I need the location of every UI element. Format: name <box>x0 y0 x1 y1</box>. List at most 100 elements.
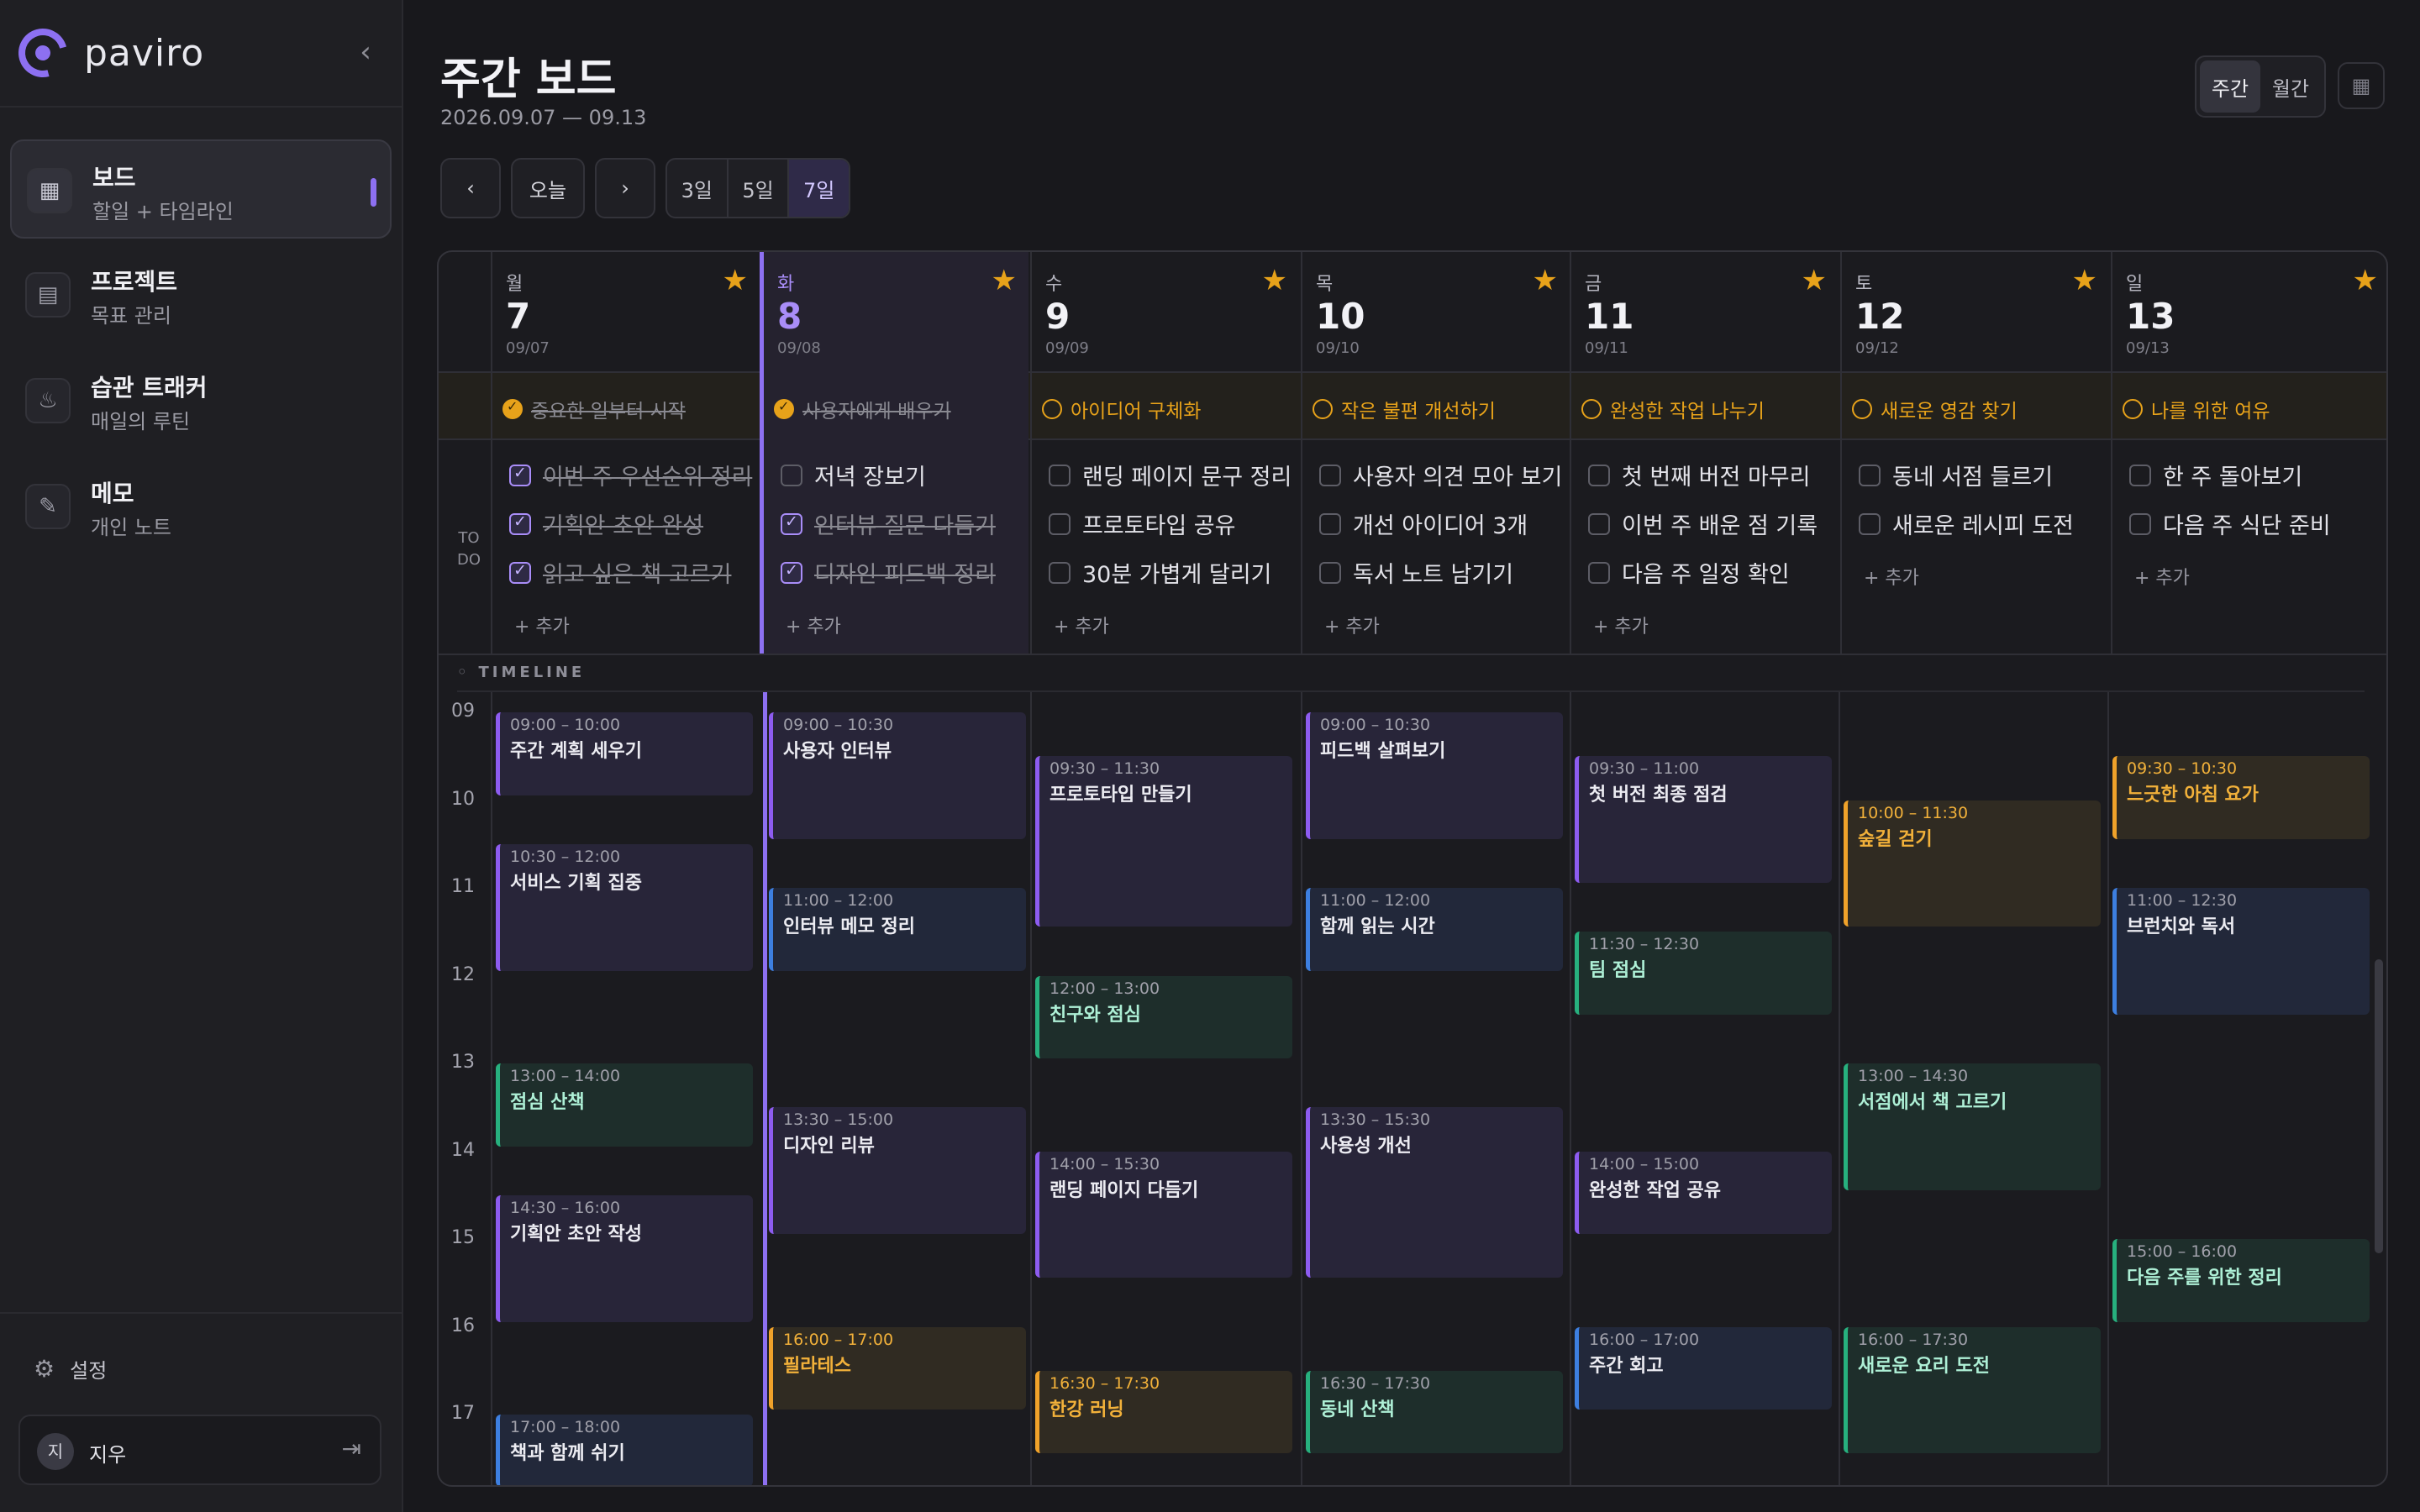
todo-item[interactable]: 읽고 싶은 책 고르기 <box>509 556 731 589</box>
chevron-left-icon[interactable]: ‹ <box>353 35 378 69</box>
star-icon[interactable]: ★ <box>723 264 748 297</box>
focus-check-icon[interactable] <box>1852 399 1872 419</box>
add-todo-button[interactable]: + 추가 <box>1593 612 1649 638</box>
event-card[interactable]: 10:30 – 12:00 서비스 기획 집중 <box>496 843 753 971</box>
todo-item[interactable]: 동네 서점 들르기 <box>1859 459 2053 491</box>
star-icon[interactable]: ★ <box>1262 264 1287 297</box>
event-card[interactable]: 09:30 – 10:30 느긋한 아침 요가 <box>2112 756 2370 839</box>
event-card[interactable]: 13:30 – 15:00 디자인 리뷰 <box>769 1107 1026 1234</box>
add-todo-button[interactable]: + 추가 <box>514 612 570 638</box>
event-card[interactable]: 15:00 – 16:00 다음 주를 위한 정리 <box>2112 1239 2370 1322</box>
sidebar-item-habit-tracker[interactable]: ♨ 습관 트래커 매일의 루틴 <box>10 351 392 450</box>
todo-item[interactable]: 랜딩 페이지 문구 정리 <box>1049 459 1292 491</box>
event-card[interactable]: 09:30 – 11:00 첫 버전 최종 점검 <box>1575 756 1832 883</box>
todo-item[interactable]: 디자인 피드백 정리 <box>781 556 996 589</box>
star-icon[interactable]: ★ <box>2353 264 2378 297</box>
star-icon[interactable]: ★ <box>1533 264 1558 297</box>
span-3-day-button[interactable]: 3일 <box>667 160 729 217</box>
sidebar-item-projects[interactable]: ▤ 프로젝트 목표 관리 <box>10 245 392 344</box>
event-card[interactable]: 09:00 – 10:30 피드백 살펴보기 <box>1306 712 1563 839</box>
prev-week-button[interactable]: ‹ <box>440 158 501 218</box>
sidebar-item-board[interactable]: ▦ 보드 할일 + 타임라인 <box>10 139 392 239</box>
checkbox[interactable] <box>781 512 802 535</box>
checkbox[interactable] <box>509 464 531 486</box>
todo-item[interactable]: 저녁 장보기 <box>781 459 926 491</box>
timeline-scrollbar[interactable] <box>2375 959 2383 1253</box>
focus-check-icon[interactable] <box>774 398 794 419</box>
brand-logo[interactable]: paviro <box>9 19 204 87</box>
todo-item[interactable]: 30분 가볍게 달리기 <box>1049 556 1271 589</box>
checkbox[interactable] <box>1588 561 1610 584</box>
event-card[interactable]: 16:30 – 17:30 동네 산책 <box>1306 1370 1563 1454</box>
event-card[interactable]: 16:00 – 17:00 주간 회고 <box>1575 1326 1832 1410</box>
event-card[interactable]: 10:00 – 11:30 숲길 걷기 <box>1844 800 2101 927</box>
todo-item[interactable]: 다음 주 식단 준비 <box>2129 507 2331 540</box>
event-card[interactable]: 09:30 – 11:30 프로토타입 만들기 <box>1035 756 1292 927</box>
focus-check-icon[interactable] <box>1581 399 1602 419</box>
daily-focus[interactable]: 중요한 일부터 시작 <box>502 395 686 423</box>
checkbox[interactable] <box>509 512 531 535</box>
event-card[interactable]: 13:00 – 14:00 점심 산책 <box>496 1063 753 1147</box>
add-todo-button[interactable]: + 추가 <box>786 612 841 638</box>
checkbox[interactable] <box>1319 512 1341 535</box>
todo-item[interactable]: 첫 번째 버전 마무리 <box>1588 459 1810 491</box>
focus-check-icon[interactable] <box>502 398 523 419</box>
checkbox[interactable] <box>1049 561 1071 584</box>
checkbox[interactable] <box>781 561 802 584</box>
event-card[interactable]: 13:00 – 14:30 서점에서 책 고르기 <box>1844 1063 2101 1190</box>
checkbox[interactable] <box>1859 512 1881 535</box>
todo-item[interactable]: 프로토타입 공유 <box>1049 507 1235 540</box>
event-card[interactable]: 11:00 – 12:00 인터뷰 메모 정리 <box>769 888 1026 971</box>
todo-item[interactable]: 인터뷰 질문 다듬기 <box>781 507 996 540</box>
todo-item[interactable]: 다음 주 일정 확인 <box>1588 556 1790 589</box>
settings-link[interactable]: ⚙ 설정 <box>34 1354 107 1383</box>
todo-item[interactable]: 이번 주 배운 점 기록 <box>1588 507 1818 540</box>
add-todo-button[interactable]: + 추가 <box>1864 563 1919 590</box>
focus-check-icon[interactable] <box>2123 399 2143 419</box>
checkbox[interactable] <box>1588 464 1610 486</box>
span-7-day-button[interactable]: 7일 <box>789 160 849 217</box>
star-icon[interactable]: ★ <box>992 264 1017 297</box>
sidebar-item-memo[interactable]: ✎ 메모 개인 노트 <box>10 457 392 556</box>
event-card[interactable]: 12:00 – 13:00 친구와 점심 <box>1035 975 1292 1058</box>
todo-item[interactable]: 새로운 레시피 도전 <box>1859 507 2074 540</box>
daily-focus[interactable]: 새로운 영감 찾기 <box>1852 395 2018 423</box>
event-card[interactable]: 09:00 – 10:30 사용자 인터뷰 <box>769 712 1026 839</box>
event-card[interactable]: 14:00 – 15:30 랜딩 페이지 다듬기 <box>1035 1151 1292 1278</box>
daily-focus[interactable]: 완성한 작업 나누기 <box>1581 395 1765 423</box>
calendar-picker-button[interactable]: ▦ <box>2338 62 2385 109</box>
focus-check-icon[interactable] <box>1313 399 1333 419</box>
todo-item[interactable]: 이번 주 우선순위 정리 <box>509 459 752 491</box>
star-icon[interactable]: ★ <box>2072 264 2097 297</box>
add-todo-button[interactable]: + 추가 <box>1324 612 1380 638</box>
checkbox[interactable] <box>1859 464 1881 486</box>
span-5-day-button[interactable]: 5일 <box>729 160 790 217</box>
add-todo-button[interactable]: + 추가 <box>2134 563 2190 590</box>
todo-item[interactable]: 개선 아이디어 3개 <box>1319 507 1528 540</box>
event-card[interactable]: 11:00 – 12:00 함께 읽는 시간 <box>1306 888 1563 971</box>
event-card[interactable]: 17:00 – 18:00 책과 함께 쉬기 <box>496 1415 753 1485</box>
today-button[interactable]: 오늘 <box>511 158 585 218</box>
checkbox[interactable] <box>2129 512 2151 535</box>
checkbox[interactable] <box>1049 512 1071 535</box>
todo-item[interactable]: 독서 노트 남기기 <box>1319 556 1513 589</box>
view-monthly-button[interactable]: 월간 <box>2260 60 2321 113</box>
checkbox[interactable] <box>781 464 802 486</box>
view-weekly-button[interactable]: 주간 <box>2200 60 2260 113</box>
todo-item[interactable]: 한 주 돌아보기 <box>2129 459 2302 491</box>
daily-focus[interactable]: 작은 불편 개선하기 <box>1313 395 1496 423</box>
focus-check-icon[interactable] <box>1042 399 1062 419</box>
checkbox[interactable] <box>2129 464 2151 486</box>
event-card[interactable]: 11:00 – 12:30 브런치와 독서 <box>2112 888 2370 1015</box>
event-card[interactable]: 14:30 – 16:00 기획안 초안 작성 <box>496 1194 753 1322</box>
todo-item[interactable]: 기획안 초안 완성 <box>509 507 703 540</box>
event-card[interactable]: 16:00 – 17:00 필라테스 <box>769 1326 1026 1410</box>
event-card[interactable]: 13:30 – 15:30 사용성 개선 <box>1306 1107 1563 1278</box>
checkbox[interactable] <box>509 561 531 584</box>
checkbox[interactable] <box>1049 464 1071 486</box>
next-week-button[interactable]: › <box>595 158 655 218</box>
avatar[interactable]: 지 <box>37 1433 74 1470</box>
add-todo-button[interactable]: + 추가 <box>1054 612 1109 638</box>
event-card[interactable]: 09:00 – 10:00 주간 계획 세우기 <box>496 712 753 795</box>
star-icon[interactable]: ★ <box>1802 264 1827 297</box>
